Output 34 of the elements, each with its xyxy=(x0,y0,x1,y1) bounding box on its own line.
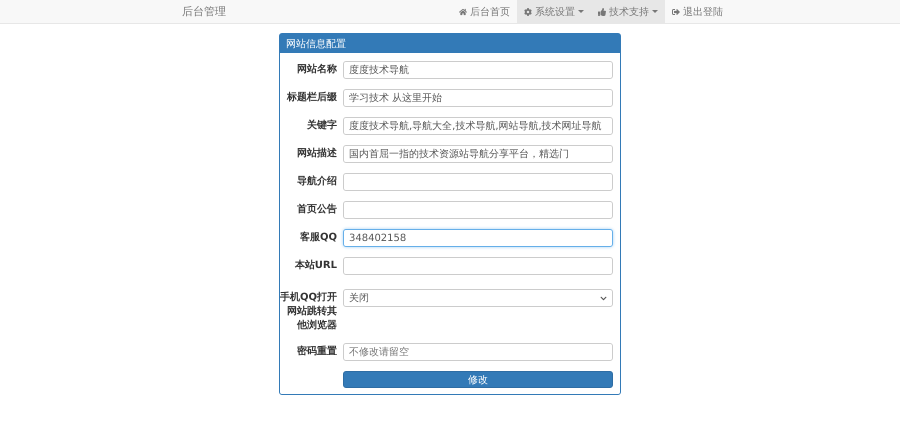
field-label: 关键字 xyxy=(306,118,337,133)
gear-icon xyxy=(524,8,532,16)
input-field[interactable]: 348402158 xyxy=(343,229,613,247)
nav-item[interactable]: 退出登陆 xyxy=(665,0,730,23)
field-label: 首页公告 xyxy=(296,202,337,217)
input-field[interactable]: 学习技术 从这里开始 xyxy=(343,89,613,107)
input-field[interactable]: 不修改请留空 xyxy=(343,343,613,361)
panel-title: 网站信息配置 xyxy=(280,34,620,53)
home-icon xyxy=(459,8,467,16)
field-label: 网站名称 xyxy=(296,62,337,77)
field-label: 网站描述 xyxy=(296,146,337,161)
input-field[interactable]: 度度技术导航 xyxy=(343,61,613,79)
thumbs-up-icon xyxy=(598,8,606,16)
field-label: 手机QQ打开网站跳转其他浏览器 xyxy=(280,290,337,333)
caret-icon xyxy=(578,10,584,13)
input-field[interactable] xyxy=(343,173,613,191)
input-field[interactable] xyxy=(343,257,613,275)
field-label: 导航介绍 xyxy=(296,174,337,189)
logout-icon xyxy=(672,8,680,16)
select-field[interactable]: 关闭 xyxy=(343,289,613,307)
nav-item[interactable]: 技术支持 xyxy=(591,0,665,23)
input-field[interactable] xyxy=(343,201,613,219)
brand-title[interactable]: 后台管理 xyxy=(182,4,452,19)
nav-item[interactable]: 系统设置 xyxy=(517,0,591,23)
field-label: 标题栏后缀 xyxy=(286,90,337,105)
field-label: 本站URL xyxy=(294,258,337,273)
submit-button[interactable]: 修改 xyxy=(343,371,613,388)
chevron-down-icon xyxy=(600,294,607,302)
caret-icon xyxy=(652,10,658,13)
nav-item[interactable]: 后台首页 xyxy=(452,0,517,23)
field-label: 客服QQ xyxy=(298,230,337,245)
input-field[interactable]: 国内首屈一指的技术资源站导航分享平台，精选门 xyxy=(343,145,613,163)
field-label: 密码重置 xyxy=(296,344,337,359)
input-field[interactable]: 度度技术导航,导航大全,技术导航,网站导航,技术网址导航 xyxy=(343,117,613,135)
